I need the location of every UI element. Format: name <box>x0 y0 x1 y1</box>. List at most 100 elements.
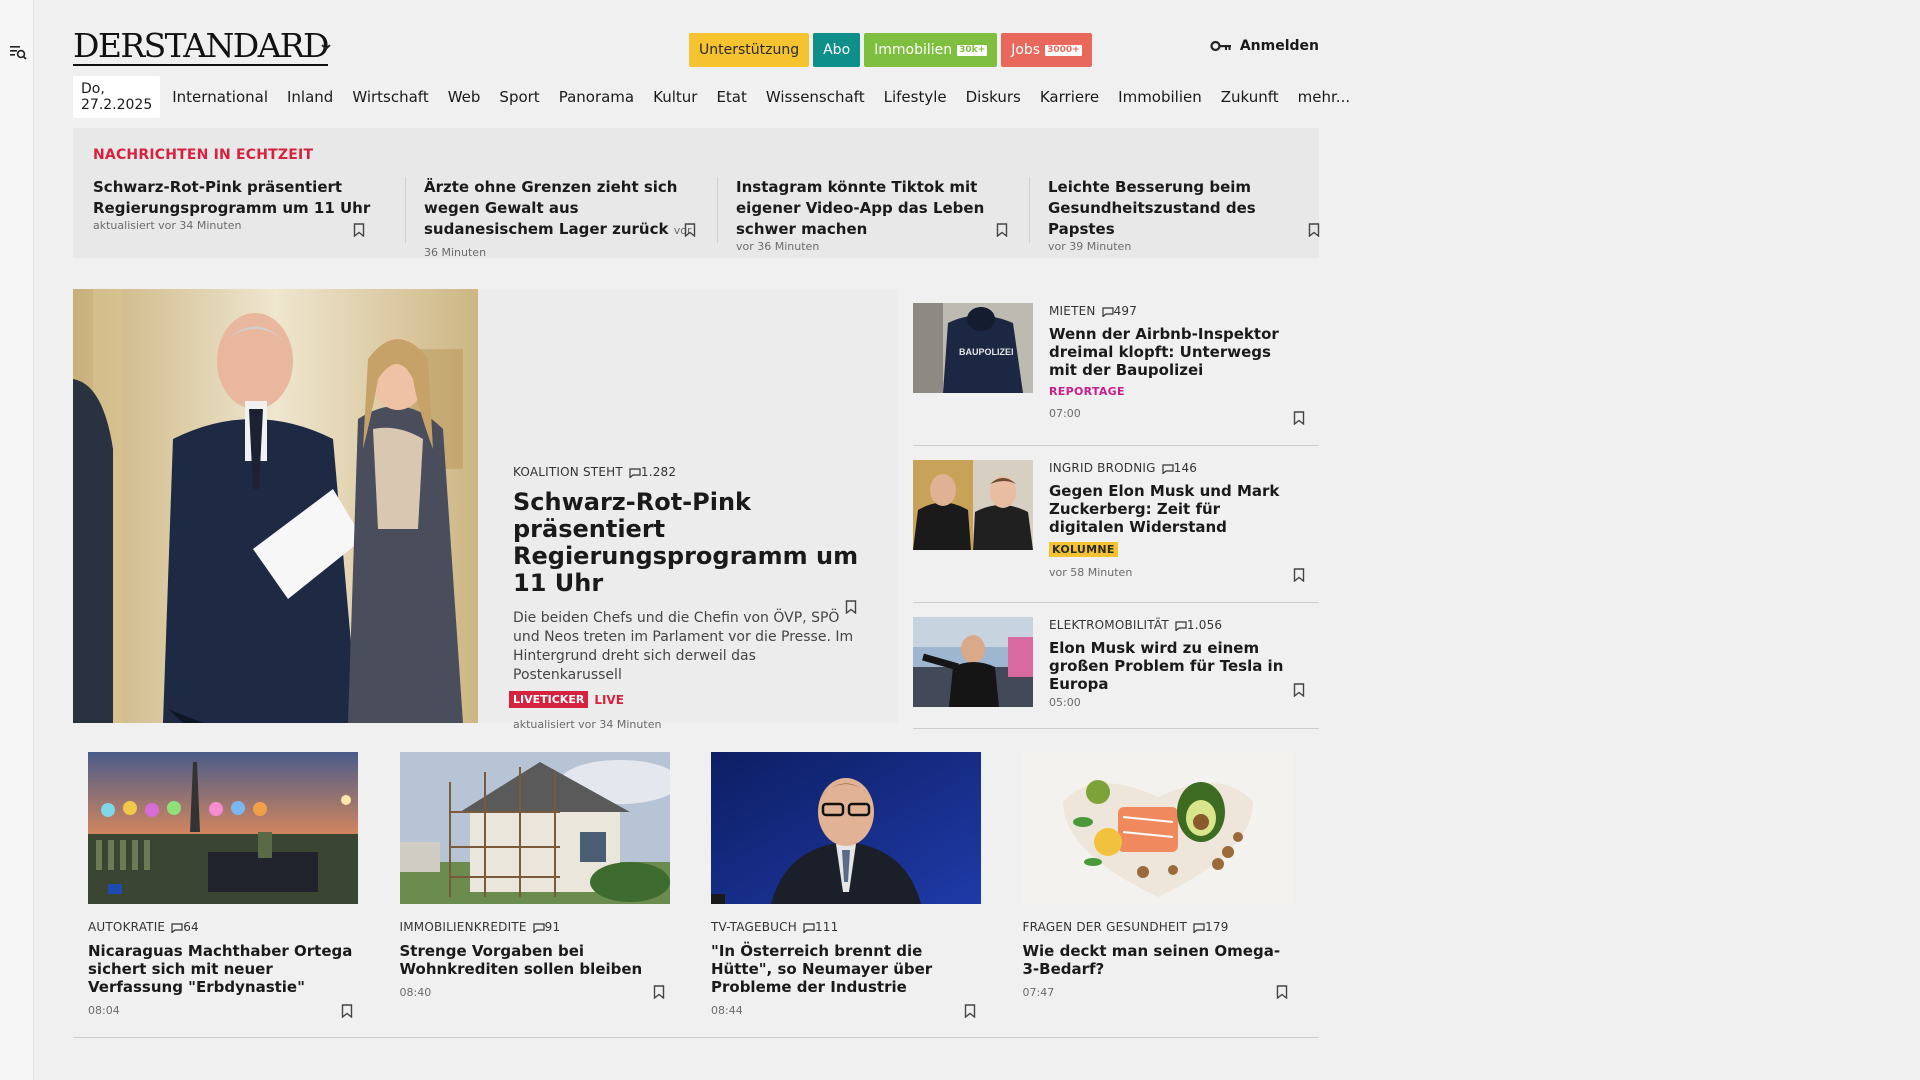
nav-item-web[interactable]: Web <box>448 88 481 106</box>
ticker-item-meta: vor 39 Minuten <box>1048 240 1132 253</box>
live-row: LIVETICKER LIVE <box>509 691 863 708</box>
bookmark-icon[interactable] <box>684 223 696 237</box>
nav-item-immobilien[interactable]: Immobilien <box>1118 88 1202 106</box>
story-card[interactable]: FRAGEN DER GESUNDHEIT 179 Wie deckt man … <box>1007 752 1319 1038</box>
lead-title[interactable]: Schwarz-Rot-Pink präsentiert Regierungsp… <box>513 489 863 597</box>
comment-count[interactable]: 91 <box>533 920 561 934</box>
bookmark-icon[interactable] <box>353 223 365 237</box>
bookmark-icon[interactable] <box>1293 568 1305 582</box>
comment-count[interactable]: 111 <box>803 920 839 934</box>
story-card-image[interactable] <box>399 752 670 904</box>
nav-item-karriere[interactable]: Karriere <box>1040 88 1099 106</box>
story-card[interactable]: AUTOKRATIE 64 Nicaraguas Machthaber Orte… <box>73 752 385 1038</box>
bookmark-icon[interactable] <box>341 1004 353 1018</box>
comment-count-value: 146 <box>1173 461 1198 475</box>
nav-item-diskurs[interactable]: Diskurs <box>966 88 1021 106</box>
story-card[interactable]: TV-TAGEBUCH 111 "In Österreich brennt di… <box>696 752 1008 1038</box>
story-card-meta: 08:40 <box>399 986 432 999</box>
comment-icon <box>803 922 815 933</box>
card-kicker-label: TV-TAGEBUCH <box>711 920 797 934</box>
nav-item-more[interactable]: mehr... <box>1298 88 1350 106</box>
nav-item-zukunft[interactable]: Zukunft <box>1221 88 1279 106</box>
side-story-title[interactable]: Elon Musk wird zu einem großen Problem f… <box>1049 639 1299 693</box>
story-card-title[interactable]: "In Österreich brennt die Hütte", so Neu… <box>711 942 981 996</box>
side-story-text: MIETEN 497 Wenn der Airbnb-Inspektor dre… <box>1049 304 1299 420</box>
comment-count[interactable]: 1.282 <box>629 465 676 479</box>
lead-story[interactable]: KOALITION STEHT 1.282 Schwarz-Rot-Pink p… <box>73 289 898 731</box>
lead-story-image[interactable] <box>73 289 478 723</box>
nav-item-wissenschaft[interactable]: Wissenschaft <box>766 88 865 106</box>
story-card-image[interactable] <box>88 752 358 904</box>
side-story[interactable]: ELEKTROMOBILITÄT 1.056 Elon Musk wird zu… <box>913 603 1319 729</box>
story-card[interactable]: IMMOBILIENKREDITE 91 Strenge Vorgaben be… <box>384 752 696 1038</box>
jobs-button[interactable]: Jobs 3000+ <box>1001 33 1092 67</box>
bookmark-icon[interactable] <box>653 985 665 999</box>
comment-count[interactable]: 146 <box>1162 461 1198 475</box>
comment-count[interactable]: 179 <box>1193 920 1229 934</box>
bookmark-icon[interactable] <box>1276 985 1288 999</box>
nav-item-inland[interactable]: Inland <box>287 88 333 106</box>
side-story[interactable]: BAUPOLIZEI MIETEN 497 Wenn der Airbnb-In… <box>913 289 1319 446</box>
nav-item-wirtschaft[interactable]: Wirtschaft <box>352 88 428 106</box>
bookmark-icon[interactable] <box>964 1004 976 1018</box>
page: DERSTANDARD Unterstützung Abo Immobilien… <box>73 0 1350 1038</box>
side-story-title[interactable]: Wenn der Airbnb-Inspektor dreimal klopft… <box>1049 325 1299 379</box>
side-story-image[interactable]: BAUPOLIZEI <box>913 303 1033 393</box>
nav-item-etat[interactable]: Etat <box>716 88 746 106</box>
musk-zuckerberg-photo <box>913 460 1033 550</box>
support-button[interactable]: Unterstützung <box>689 33 810 67</box>
ticker-item[interactable]: Schwarz-Rot-Pink präsentiert Regierungsp… <box>93 177 405 243</box>
side-story-image[interactable] <box>913 617 1033 707</box>
story-card-title[interactable]: Nicaraguas Machthaber Ortega sichert sic… <box>88 942 358 996</box>
story-card-image[interactable] <box>1022 752 1293 904</box>
bookmark-icon[interactable] <box>1293 411 1305 425</box>
nav-item-lifestyle[interactable]: Lifestyle <box>884 88 947 106</box>
story-card-title[interactable]: Wie deckt man seinen Omega-3-Bedarf? <box>1023 942 1293 978</box>
side-story-meta: 07:00 <box>1049 407 1081 420</box>
comment-count[interactable]: 497 <box>1101 304 1138 318</box>
login-label: Anmelden <box>1239 38 1319 54</box>
login-button[interactable]: Anmelden <box>1210 38 1319 54</box>
bookmark-icon[interactable] <box>1293 683 1305 697</box>
abo-label: Abo <box>823 42 851 58</box>
story-card-title[interactable]: Strenge Vorgaben bei Wohnkrediten sollen… <box>400 942 670 978</box>
ticker-item[interactable]: Instagram könnte Tiktok mit eigener Vide… <box>717 177 1029 253</box>
comment-count-value: 64 <box>183 920 199 934</box>
comment-count[interactable]: 1.056 <box>1175 618 1222 632</box>
comment-count[interactable]: 64 <box>171 920 199 934</box>
side-story-meta: vor 58 Minuten <box>1049 566 1133 579</box>
story-card-image[interactable] <box>711 752 981 904</box>
musk-crowd-photo <box>913 617 1033 707</box>
immobilien-count-badge: 30k+ <box>957 44 988 56</box>
kolumne-label: KOLUMNE <box>1049 542 1118 557</box>
card-kicker-label: IMMOBILIENKREDITE <box>399 920 527 934</box>
side-kicker: INGRID BRODNIG 146 <box>1049 461 1299 475</box>
card-kicker-label: FRAGEN DER GESUNDHEIT <box>1022 920 1188 934</box>
nav-item-kultur[interactable]: Kultur <box>653 88 697 106</box>
side-story-title[interactable]: Gegen Elon Musk und Mark Zuckerberg: Zei… <box>1049 482 1299 536</box>
ticker-item[interactable]: Leichte Besserung beim Gesundheitszustan… <box>1029 177 1341 253</box>
side-story-text: ELEKTROMOBILITÄT 1.056 Elon Musk wird zu… <box>1049 618 1299 709</box>
side-story[interactable]: INGRID BRODNIG 146 Gegen Elon Musk und M… <box>913 446 1319 603</box>
bookmark-icon[interactable] <box>1308 223 1320 237</box>
ticker-item-title: Leichte Besserung beim Gesundheitszustan… <box>1048 178 1256 238</box>
nav-item-international[interactable]: International <box>172 88 268 106</box>
lead-teaser: Die beiden Chefs und die Chefin von ÖVP,… <box>513 610 854 683</box>
side-story-image[interactable] <box>913 460 1033 550</box>
ticker-item[interactable]: Ärzte ohne Grenzen zieht sich wegen Gewa… <box>405 177 717 259</box>
story-card-text: FRAGEN DER GESUNDHEIT 179 Wie deckt man … <box>1023 920 1293 999</box>
site-logo[interactable]: DERSTANDARD <box>73 28 330 66</box>
comment-icon <box>533 922 545 933</box>
comment-icon <box>1101 306 1114 317</box>
menu-search-icon[interactable] <box>9 43 27 61</box>
card-kicker: TV-TAGEBUCH 111 <box>711 920 981 934</box>
abo-button[interactable]: Abo <box>813 33 861 67</box>
key-icon <box>1210 40 1231 52</box>
house-scaffold-photo <box>399 752 670 904</box>
chevron-down-icon[interactable] <box>320 43 332 51</box>
bookmark-icon[interactable] <box>996 223 1008 237</box>
immobilien-button[interactable]: Immobilien 30k+ <box>864 33 998 67</box>
bookmark-icon[interactable] <box>845 600 857 614</box>
nav-item-panorama[interactable]: Panorama <box>559 88 634 106</box>
nav-item-sport[interactable]: Sport <box>499 88 539 106</box>
